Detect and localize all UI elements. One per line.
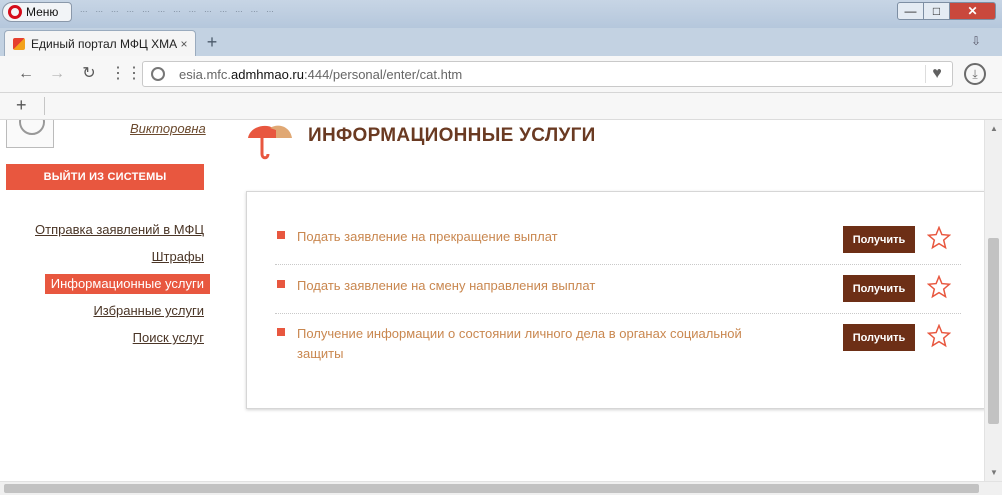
avatar: [6, 120, 54, 148]
address-field[interactable]: esia.mfc.admhmao.ru:444/personal/enter/c…: [142, 61, 953, 87]
horizontal-scrollbar[interactable]: [0, 481, 1002, 495]
row-divider: [275, 264, 961, 265]
bullet-icon: [277, 328, 285, 336]
services-panel: Подать заявление на прекращение выплат П…: [246, 191, 984, 409]
sidebar-item-mfc-applications[interactable]: Отправка заявлений в МФЦ: [35, 220, 204, 240]
speed-dial-item[interactable]: ...: [266, 4, 274, 24]
reload-icon[interactable]: ↻: [78, 63, 100, 85]
star-icon[interactable]: [927, 324, 951, 348]
back-arrow-icon[interactable]: ←: [15, 63, 37, 85]
page-viewport: Викторовна ВЫЙТИ ИЗ СИСТЕМЫ Отправка зая…: [0, 120, 984, 481]
tab-strip: Единый портал МФЦ ХМА × + ⇩: [0, 28, 1002, 56]
user-name-link[interactable]: Викторовна: [130, 121, 206, 136]
sidebar-item-search[interactable]: Поиск услуг: [133, 328, 204, 348]
heart-icon[interactable]: ♥: [925, 65, 948, 83]
scrollbar-thumb[interactable]: [988, 238, 999, 424]
new-tab-button[interactable]: +: [202, 32, 222, 52]
get-service-button[interactable]: Получить: [843, 324, 915, 351]
umbrella-icon: [248, 125, 292, 160]
get-service-button[interactable]: Получить: [843, 275, 915, 302]
bullet-icon: [277, 280, 285, 288]
sidebar-item-fines[interactable]: Штрафы: [152, 247, 204, 267]
add-bookmark-button[interactable]: +: [16, 95, 27, 116]
page-title: ИНФОРМАЦИОННЫЕ УСЛУГИ: [308, 125, 596, 146]
bullet-icon: [277, 231, 285, 239]
window-titlebar: Меню ... ... ... ... ... ... ... ... ...…: [0, 0, 1002, 28]
speed-dial-grid-icon[interactable]: ⋮⋮: [110, 63, 142, 85]
address-toolbar: ← → ↻ ⋮⋮ esia.mfc.admhmao.ru:444/persona…: [0, 56, 1002, 93]
speed-dial-item[interactable]: ...: [173, 4, 181, 24]
logout-button[interactable]: ВЫЙТИ ИЗ СИСТЕМЫ: [6, 164, 204, 190]
favicon-icon: [13, 37, 25, 50]
tab-close-icon[interactable]: ×: [177, 37, 191, 51]
speed-dial-item[interactable]: ...: [220, 4, 228, 24]
speed-dial-item[interactable]: ...: [189, 4, 197, 24]
clock-icon: [19, 120, 45, 135]
forward-arrow-icon[interactable]: →: [46, 63, 68, 85]
speed-dial-item[interactable]: ...: [80, 4, 88, 24]
sidebar-item-info-services[interactable]: Информационные услуги: [44, 274, 210, 294]
speed-dial-item[interactable]: ...: [235, 4, 243, 24]
opera-menu-button[interactable]: Меню: [2, 2, 72, 22]
speed-dial-item[interactable]: ...: [251, 4, 259, 24]
tab-active[interactable]: Единый портал МФЦ ХМА ×: [4, 30, 196, 56]
speed-dial-item[interactable]: ...: [127, 4, 135, 24]
service-link[interactable]: Подать заявление на прекращение выплат: [297, 227, 777, 247]
speed-dial-item[interactable]: ...: [111, 4, 119, 24]
speed-dial-item[interactable]: ...: [204, 4, 212, 24]
star-icon[interactable]: [927, 275, 951, 299]
get-service-button[interactable]: Получить: [843, 226, 915, 253]
tab-title: Единый портал МФЦ ХМА: [31, 36, 177, 51]
bookmarks-bar: +: [0, 93, 1002, 120]
row-divider: [275, 313, 961, 314]
speed-dial-item[interactable]: ...: [96, 4, 104, 24]
menu-label: Меню: [26, 5, 59, 19]
sidebar-item-favorites[interactable]: Избранные услуги: [93, 301, 204, 321]
speed-dial-item[interactable]: ...: [142, 4, 150, 24]
scroll-up-icon[interactable]: ▲: [990, 124, 998, 133]
minimize-button[interactable]: —: [897, 2, 924, 20]
speed-dial-strip: ... ... ... ... ... ... ... ... ... ... …: [80, 4, 880, 24]
service-link[interactable]: Подать заявление на смену направления вы…: [297, 276, 777, 296]
service-link[interactable]: Получение информации о состоянии личного…: [297, 324, 777, 364]
download-icon[interactable]: ⤓: [964, 63, 986, 85]
scrollbar-thumb[interactable]: [4, 484, 979, 493]
maximize-button[interactable]: □: [923, 2, 950, 20]
tab-menu-icon[interactable]: ⇩: [968, 34, 984, 50]
vertical-scrollbar[interactable]: ▲ ▼: [984, 120, 1002, 481]
site-info-icon[interactable]: [151, 67, 165, 81]
scroll-down-icon[interactable]: ▼: [990, 468, 998, 477]
opera-logo-icon: [8, 5, 22, 19]
speed-dial-item[interactable]: ...: [158, 4, 166, 24]
url-text[interactable]: esia.mfc.admhmao.ru:444/personal/enter/c…: [179, 67, 462, 82]
star-icon[interactable]: [927, 226, 951, 250]
bookmarks-divider: [44, 97, 45, 115]
close-window-button[interactable]: ✕: [949, 2, 996, 20]
